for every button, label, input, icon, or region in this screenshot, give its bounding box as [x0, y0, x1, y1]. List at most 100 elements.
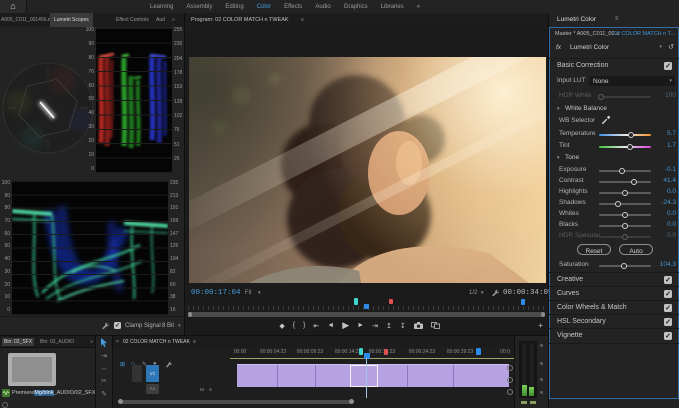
timeline-wrench-icon[interactable] [165, 361, 172, 368]
workspace-tab-editing[interactable]: Editing [225, 4, 243, 10]
timeline-settings-icon[interactable]: ⊞ [120, 361, 125, 368]
button-editor-plus[interactable]: + [538, 321, 543, 330]
highlights-value[interactable]: 0.0 [646, 188, 676, 195]
shadows-value[interactable]: -24.3 [646, 199, 676, 206]
timeline-playhead-head[interactable] [364, 353, 370, 359]
track-mute-button[interactable]: M [200, 387, 204, 392]
wb-eyedropper-icon[interactable] [601, 116, 610, 125]
section-curves[interactable]: Curves ✓ [549, 286, 679, 301]
mark-out-button[interactable]: } [303, 322, 305, 329]
exposure-value[interactable]: -0.1 [646, 166, 676, 173]
pen-tool-icon[interactable]: ✎ [101, 390, 107, 398]
tint-slider[interactable] [599, 146, 651, 148]
auto-button[interactable]: Auto [619, 244, 653, 255]
vignette-checkbox[interactable]: ✓ [664, 332, 672, 340]
tone-disclosure-icon[interactable]: ▾ [557, 155, 560, 161]
mark-in-button[interactable]: { [293, 322, 295, 329]
tab-bin-sfx[interactable]: Bin: 02_SFX [2, 338, 34, 346]
go-to-out-button[interactable]: ⇥ [372, 322, 378, 330]
white-balance-header-row[interactable]: ▾ White Balance [549, 104, 679, 115]
workspace-tab-graphics[interactable]: Graphics [344, 4, 368, 10]
highlights-slider[interactable] [599, 192, 651, 194]
zoom-level-dropdown[interactable]: Fit [245, 290, 252, 296]
temperature-slider[interactable] [599, 134, 651, 136]
timeline-zoom-handle-right[interactable] [349, 399, 354, 404]
tab-sequence[interactable]: 02 COLOR MATCH n TWEAK [123, 339, 190, 345]
bin-item-label[interactable]: PremiereMg/blnk_AUDIO/02_SFX [12, 390, 95, 396]
workspace-tab-audio[interactable]: Audio [315, 4, 330, 10]
program-current-timecode[interactable]: 00:00:17:04 [191, 289, 241, 297]
timeline-ruler[interactable]: 00:0000:00:04:2300:00:09:2300:00:14:2300… [113, 347, 514, 358]
workspace-overflow-icon[interactable]: » [417, 4, 420, 10]
comparison-view-icon[interactable] [431, 322, 440, 329]
track-a1-source-button[interactable]: A1 [146, 384, 159, 394]
workspace-tab-learning[interactable]: Learning [150, 4, 173, 10]
sequence-clip-label[interactable]: 02 COLOR MATCH n T... [614, 31, 675, 37]
step-back-button[interactable]: ◄ [327, 322, 334, 329]
workspace-tab-color[interactable]: Color [257, 4, 271, 10]
workspace-tab-effects[interactable]: Effects [284, 4, 302, 10]
go-to-in-button[interactable]: ⇤ [313, 322, 319, 330]
razor-tool-icon[interactable]: ✂ [101, 377, 107, 385]
scopes-settings-wrench-icon[interactable] [101, 322, 109, 330]
export-frame-camera-icon[interactable] [414, 322, 423, 329]
creative-checkbox[interactable]: ✓ [664, 276, 672, 284]
fx-reset-icon[interactable]: ↺ [668, 43, 674, 51]
track-lock-toggle[interactable] [132, 365, 142, 382]
lift-button[interactable]: ↥ [386, 322, 392, 330]
exposure-slider[interactable] [599, 170, 651, 172]
monitor-settings-wrench-icon[interactable] [491, 289, 499, 297]
saturation-value[interactable]: 104.3 [646, 261, 676, 268]
hsl-secondary-checkbox[interactable]: ✓ [664, 318, 672, 326]
clamp-signal-checkbox[interactable]: ✓ [114, 322, 121, 329]
tab-bin-audio[interactable]: Bin: 02_AUDIO [40, 339, 74, 345]
fx-chevron-icon[interactable]: ▾ [659, 44, 662, 50]
selected-clip[interactable] [350, 365, 378, 387]
track-select-tool-icon[interactable]: ⇥ [101, 352, 107, 360]
mini-playhead[interactable] [364, 304, 369, 309]
scrollbar-left-handle[interactable] [188, 312, 192, 317]
fx-effect-name[interactable]: Lumetri Color [570, 44, 609, 51]
mini-marker-blue[interactable] [521, 299, 525, 305]
blacks-slider[interactable] [599, 225, 651, 227]
tab-source-clip[interactable]: A005_C011_001456.mov [1, 17, 57, 23]
section-color-wheels[interactable]: Color Wheels & Match ✓ [549, 300, 679, 315]
track-option-dot[interactable] [507, 377, 513, 383]
ripple-edit-tool-icon[interactable]: ↔ [101, 365, 108, 372]
video-frame[interactable] [189, 57, 546, 283]
contrast-value[interactable]: 41.4 [646, 177, 676, 184]
program-panel-menu-icon[interactable]: ≡ [301, 17, 304, 23]
mini-marker-red[interactable] [389, 299, 393, 304]
play-button[interactable]: ▶ [342, 320, 349, 331]
white-balance-disclosure-icon[interactable]: ▾ [557, 106, 560, 112]
tab-overflow-icon[interactable]: » [172, 17, 175, 23]
curves-checkbox[interactable]: ✓ [664, 290, 672, 298]
sequence-marker-cyan[interactable] [359, 348, 363, 355]
whites-value[interactable]: 0.0 [646, 210, 676, 217]
home-icon[interactable]: ⌂ [0, 0, 27, 13]
bins-overflow-icon[interactable]: » [90, 339, 93, 345]
timeline-tab-close-icon[interactable]: × [116, 339, 119, 345]
tab-program-monitor[interactable]: Program: 02 COLOR MATCH n TWEAK [191, 17, 289, 23]
shadows-slider[interactable] [599, 203, 651, 205]
monitor-scrollbar[interactable] [188, 312, 545, 317]
master-clip-label[interactable]: Master * A005_C011_00... [555, 31, 619, 37]
tab-lumetri-scopes[interactable]: Lumetri Scopes [50, 13, 93, 28]
scrollbar-right-handle[interactable] [541, 312, 545, 317]
temperature-value[interactable]: 5.7 [646, 130, 676, 137]
input-lut-dropdown[interactable]: None ▾ [589, 76, 675, 86]
timeline-menu-icon[interactable]: ≡ [193, 339, 196, 345]
extract-button[interactable]: ↧ [400, 322, 406, 330]
tone-header-row[interactable]: ▾ Tone [549, 153, 679, 164]
video-clip-group[interactable] [237, 364, 509, 387]
sequence-marker-blue[interactable] [476, 348, 481, 355]
saturation-slider[interactable] [599, 265, 651, 267]
playback-resolution-dropdown[interactable]: 1/2 [469, 290, 477, 296]
step-forward-button[interactable]: ► [357, 322, 364, 329]
tab-lumetri-color[interactable]: Lumetri Color [557, 16, 596, 23]
reset-button[interactable]: Reset [577, 244, 611, 255]
basic-correction-checkbox[interactable]: ✓ [664, 62, 672, 70]
add-marker-button[interactable]: ◆ [279, 322, 284, 330]
timeline-zoom-handle-left[interactable] [118, 399, 123, 404]
track-v1-source-button[interactable]: V1 [146, 365, 159, 382]
